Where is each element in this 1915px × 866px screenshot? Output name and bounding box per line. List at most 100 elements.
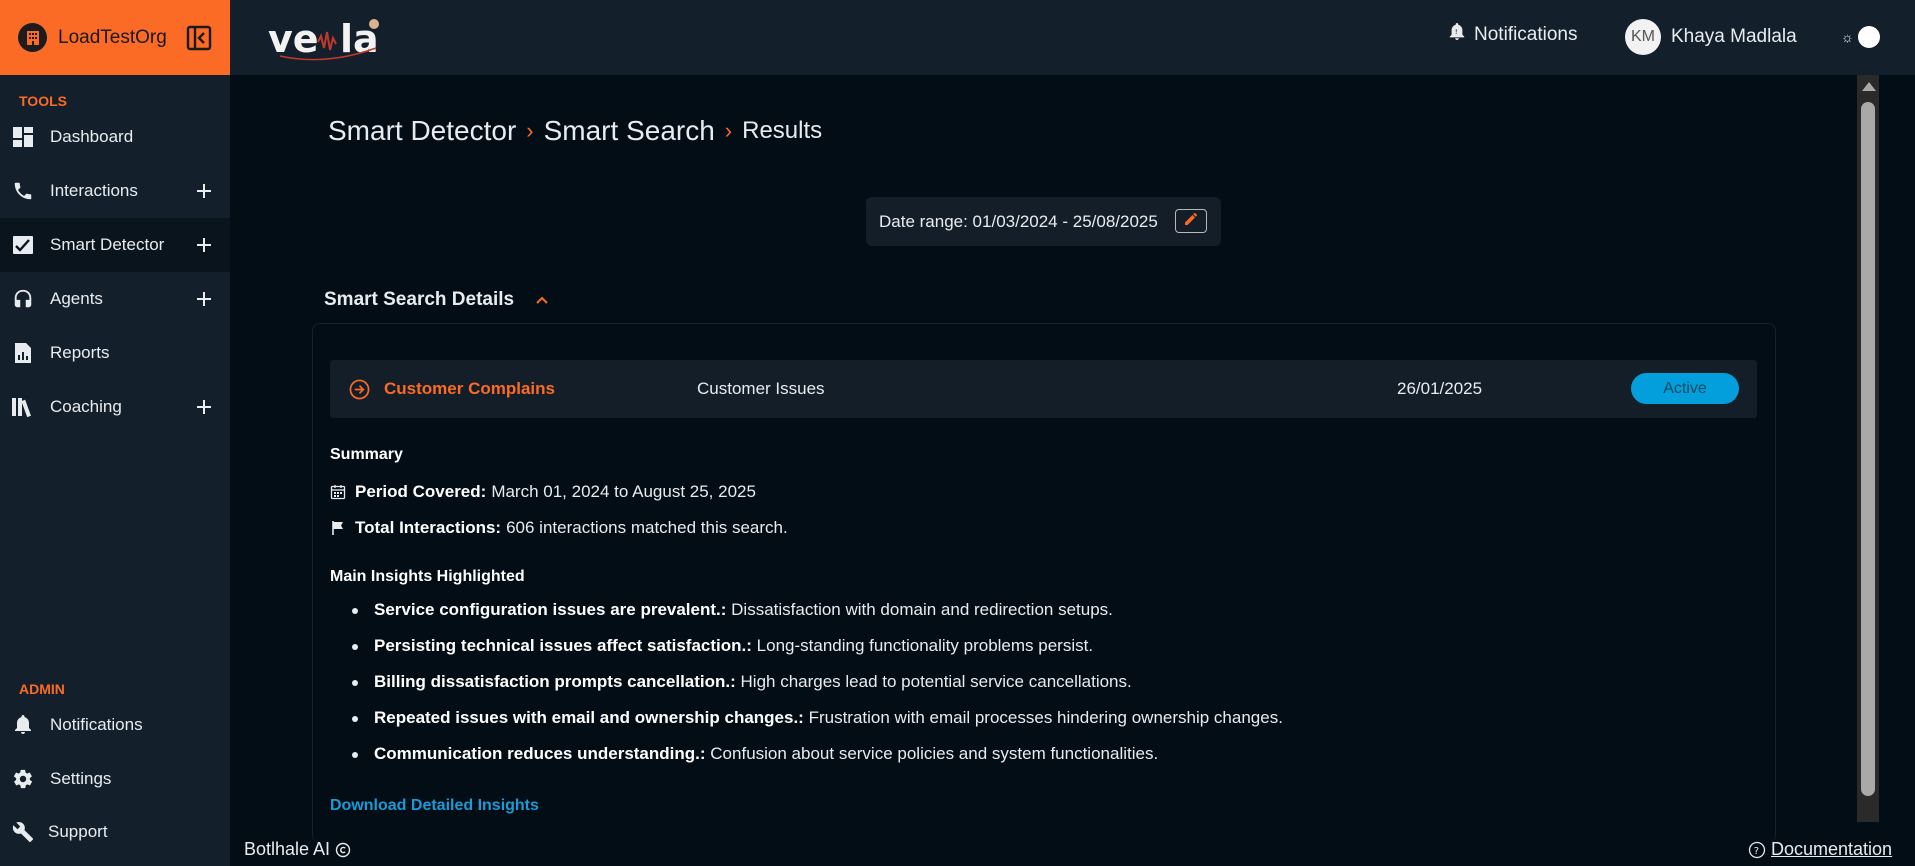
brand-name: Botlhale AI — [244, 839, 331, 859]
smart-search-details-toggle[interactable]: Smart Search Details — [324, 289, 550, 311]
wrench-icon — [10, 819, 36, 845]
insight-title: Billing dissatisfaction prompts cancella… — [374, 672, 736, 691]
dashboard-icon — [10, 124, 36, 150]
interactions-label: Total Interactions: — [355, 518, 502, 537]
svg-text:ve: ve — [268, 17, 319, 61]
flag-icon — [330, 520, 346, 536]
arrow-circle-icon[interactable] — [349, 379, 370, 400]
vela-logo[interactable]: ve la — [266, 12, 386, 62]
scroll-thumb[interactable] — [1861, 102, 1875, 796]
user-name: Khaya Madlala — [1671, 26, 1797, 47]
sidebar-item-interactions[interactable]: Interactions — [0, 164, 230, 218]
sidebar-item-notifications[interactable]: Notifications — [0, 698, 230, 752]
insights-heading: Main Insights Highlighted — [330, 568, 525, 585]
sidebar-item-agents[interactable]: Agents — [0, 272, 230, 326]
user-menu[interactable]: KM Khaya Madlala — [1625, 19, 1797, 55]
insight-title: Persisting technical issues affect satis… — [374, 636, 752, 655]
sidebar-item-dashboard[interactable]: Dashboard — [0, 110, 230, 164]
summary-heading: Summary — [330, 446, 403, 463]
copyright-icon — [335, 842, 351, 858]
insight-item: Persisting technical issues affect satis… — [352, 636, 1283, 672]
scrollbar[interactable] — [1857, 75, 1879, 822]
expand-plus-icon[interactable] — [194, 181, 214, 201]
sidebar-item-reports[interactable]: Reports — [0, 326, 230, 380]
search-name[interactable]: Customer Complains — [384, 379, 555, 399]
building-icon — [18, 23, 47, 52]
avatar: KM — [1625, 19, 1661, 55]
sidebar-item-label: Coaching — [50, 397, 122, 416]
gear-icon — [10, 766, 36, 792]
chevron-right-icon: › — [724, 118, 733, 143]
bell-icon — [10, 712, 36, 738]
sidebar-item-label: Agents — [50, 289, 103, 308]
sidebar-item-coaching[interactable]: Coaching — [0, 380, 230, 434]
org-header[interactable]: LoadTestOrg — [0, 0, 230, 75]
total-interactions-line: Total Interactions: 606 interactions mat… — [330, 518, 788, 538]
insight-item: Repeated issues with email and ownership… — [352, 708, 1283, 744]
sidebar-item-smart-detector[interactable]: Smart Detector — [0, 218, 230, 272]
insight-title: Repeated issues with email and ownership… — [374, 708, 804, 727]
sidebar-item-label: Dashboard — [50, 127, 134, 146]
documentation-label[interactable]: Documentation — [1771, 839, 1892, 860]
insight-title: Service configuration issues are prevale… — [374, 600, 727, 619]
notifications-label: Notifications — [1474, 24, 1578, 45]
date-range-box: Date range: 01/03/2024 - 25/08/2025 — [866, 197, 1221, 246]
notifications-button[interactable]: ! Notifications — [1448, 22, 1578, 48]
period-label: Period Covered: — [355, 482, 487, 501]
insight-text: Long-standing functionality problems per… — [756, 636, 1094, 655]
search-category: Customer Issues — [697, 379, 825, 398]
calendar-icon — [330, 484, 346, 500]
expand-plus-icon[interactable] — [194, 397, 214, 417]
chevron-right-icon: › — [526, 118, 534, 143]
phone-icon — [10, 178, 36, 204]
breadcrumb: Smart Detector › Smart Search › Results — [328, 115, 822, 147]
toggle-knob — [1857, 26, 1880, 48]
sidebar: LoadTestOrg TOOLS Dashboard Interactions… — [0, 0, 230, 866]
sidebar-item-label: Interactions — [50, 181, 138, 200]
collapse-sidebar-icon[interactable] — [186, 25, 212, 51]
sidebar-item-settings[interactable]: Settings — [0, 752, 230, 806]
sun-icon: ☼ — [1841, 29, 1854, 45]
expand-plus-icon[interactable] — [194, 289, 214, 309]
insight-text: Dissatisfaction with domain and redirect… — [731, 600, 1113, 619]
sidebar-item-support[interactable]: Support — [0, 805, 230, 859]
report-icon — [10, 340, 36, 366]
checkbox-chart-icon — [10, 232, 36, 258]
status-badge: Active — [1631, 373, 1739, 404]
svg-text:!: ! — [1455, 27, 1458, 36]
insight-text: Confusion about service policies and sys… — [710, 744, 1159, 763]
admin-heading: ADMIN — [19, 681, 65, 697]
pencil-icon — [1184, 211, 1198, 231]
documentation-link[interactable]: ? Documentation — [1748, 839, 1892, 860]
breadcrumb-results: Results — [742, 117, 823, 144]
scroll-up-arrow-icon[interactable] — [1862, 82, 1876, 91]
insights-list: Service configuration issues are prevale… — [352, 600, 1283, 780]
sidebar-item-label: Smart Detector — [50, 235, 165, 254]
insight-item: Service configuration issues are prevale… — [352, 600, 1283, 636]
edit-date-range-button[interactable] — [1175, 209, 1207, 233]
bell-icon: ! — [1448, 22, 1466, 48]
top-header: ve la ! Notifications KM Khaya Madlala ☼ — [230, 0, 1915, 75]
insight-item: Billing dissatisfaction prompts cancella… — [352, 672, 1283, 708]
books-icon — [10, 394, 36, 420]
theme-toggle[interactable]: ☼ — [1841, 25, 1881, 49]
insight-item: Communication reduces understanding.: Co… — [352, 744, 1283, 780]
org-name: LoadTestOrg — [58, 26, 167, 48]
svg-text:?: ? — [1754, 846, 1759, 857]
help-circle-icon: ? — [1748, 841, 1766, 859]
download-insights-link[interactable]: Download Detailed Insights — [330, 797, 539, 815]
period-value: March 01, 2024 to August 25, 2025 — [491, 482, 756, 501]
headset-icon — [10, 286, 36, 312]
breadcrumb-smart-detector[interactable]: Smart Detector — [328, 115, 516, 147]
sidebar-item-label: Notifications — [50, 715, 143, 734]
expand-plus-icon[interactable] — [194, 235, 214, 255]
sidebar-item-label: Settings — [50, 769, 112, 788]
insight-title: Communication reduces understanding.: — [374, 744, 706, 763]
interactions-value: 606 interactions matched this search. — [506, 518, 788, 537]
search-result-row[interactable]: Customer Complains Customer Issues 26/01… — [330, 360, 1757, 418]
section-title: Smart Search Details — [324, 289, 515, 310]
insight-text: High charges lead to potential service c… — [740, 672, 1132, 691]
breadcrumb-smart-search[interactable]: Smart Search — [544, 115, 715, 147]
chevron-up-icon[interactable] — [534, 292, 550, 308]
period-covered-line: Period Covered: March 01, 2024 to August… — [330, 482, 756, 502]
